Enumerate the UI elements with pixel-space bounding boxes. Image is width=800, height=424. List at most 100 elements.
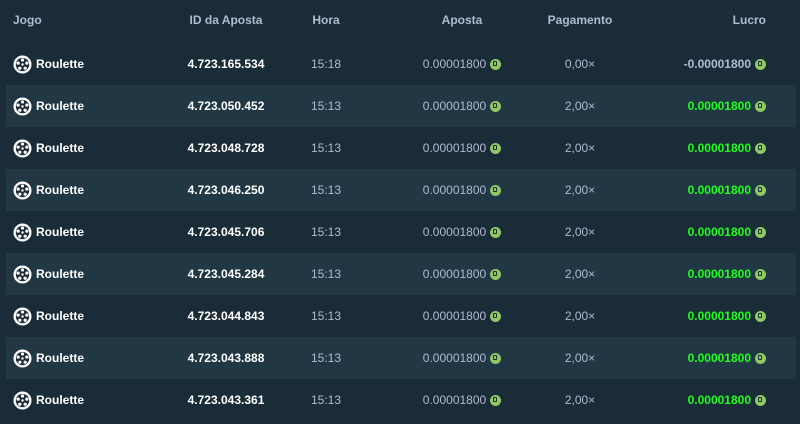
table-row[interactable]: Roulette 4.723.048.728 15:13 0.00001800 2,00… [6, 127, 796, 169]
coin-icon [755, 184, 766, 196]
game-cell[interactable]: Roulette [13, 295, 84, 337]
bet-amount: 0.00001800 [422, 57, 487, 71]
game-name[interactable]: Roulette [36, 183, 84, 197]
profit-cell: 0.00001800 [688, 85, 766, 127]
table-row[interactable]: Roulette 4.723.050.452 15:13 0.00001800 2,00… [6, 85, 796, 127]
bet-amount: 0.00001800 [422, 141, 487, 155]
bet-amount: 0.00001800 [422, 393, 487, 407]
bet-id[interactable]: 4.723.048.728 [154, 127, 298, 169]
game-cell[interactable]: Roulette [13, 127, 84, 169]
bet-id[interactable]: 4.723.046.250 [154, 169, 298, 211]
profit-amount: 0.00001800 [687, 225, 751, 239]
profit-amount: 0.00001800 [687, 183, 751, 197]
table-row[interactable]: Roulette 4.723.165.534 15:18 0.00001800 0,00… [6, 43, 796, 85]
coin-icon [755, 142, 766, 154]
game-cell[interactable]: Roulette [13, 253, 84, 295]
table-row[interactable]: Roulette 4.723.046.250 15:13 0.00001800 2,00… [6, 169, 796, 211]
bet-amount-cell: 0.00001800 [392, 43, 532, 85]
bet-amount-cell: 0.00001800 [392, 211, 532, 253]
game-cell[interactable]: Roulette [13, 337, 84, 379]
profit-amount: 0.00001800 [687, 309, 751, 323]
profit-cell: -0.00001800 [684, 43, 766, 85]
payout-multiplier: 2,00× [564, 225, 596, 239]
roulette-icon [13, 138, 32, 158]
table-row[interactable]: Roulette 4.723.044.843 15:13 0.00001800 2,00… [6, 295, 796, 337]
roulette-icon [13, 96, 32, 116]
coin-icon [490, 226, 502, 238]
bet-time: 15:13 [310, 267, 342, 281]
profit-cell: 0.00001800 [688, 127, 766, 169]
header-game: Jogo [13, 13, 42, 27]
game-name[interactable]: Roulette [36, 225, 84, 239]
roulette-icon [13, 264, 32, 284]
coin-icon [755, 352, 766, 364]
bet-id[interactable]: 4.723.044.843 [154, 295, 298, 337]
bet-amount-cell: 0.00001800 [392, 253, 532, 295]
table-row[interactable]: Roulette 4.723.045.706 15:13 0.00001800 2,00… [6, 211, 796, 253]
table-row[interactable]: Roulette 4.723.043.361 15:13 0.00001800 2,00… [6, 379, 796, 421]
profit-amount: 0.00001800 [687, 141, 751, 155]
coin-icon [755, 100, 766, 112]
bets-table: Jogo ID da Aposta Hora Aposta Pagamento … [0, 0, 800, 424]
game-name[interactable]: Roulette [36, 141, 84, 155]
game-cell[interactable]: Roulette [13, 211, 84, 253]
bet-time: 15:13 [310, 393, 342, 407]
bet-amount-cell: 0.00001800 [392, 169, 532, 211]
game-cell[interactable]: Roulette [13, 85, 84, 127]
game-name[interactable]: Roulette [36, 99, 84, 113]
header-bet: Aposta [441, 13, 483, 27]
roulette-icon [13, 54, 32, 74]
payout-multiplier: 2,00× [564, 309, 596, 323]
coin-icon [490, 394, 502, 406]
profit-amount: 0.00001800 [687, 393, 751, 407]
profit-amount: 0.00001800 [687, 99, 751, 113]
coin-icon [755, 310, 766, 322]
payout-multiplier: 2,00× [564, 351, 596, 365]
table-row[interactable]: Roulette 4.723.043.888 15:13 0.00001800 2,00… [6, 337, 796, 379]
coin-icon [755, 268, 766, 280]
bet-id[interactable]: 4.723.043.888 [154, 337, 298, 379]
profit-cell: 0.00001800 [688, 169, 766, 211]
bet-id[interactable]: 4.723.045.706 [154, 211, 298, 253]
bet-id[interactable]: 4.723.165.534 [154, 43, 298, 85]
bet-amount: 0.00001800 [422, 99, 487, 113]
payout-multiplier: 2,00× [564, 267, 596, 281]
bet-time: 15:13 [310, 309, 342, 323]
roulette-icon [13, 306, 32, 326]
bet-time: 15:13 [310, 141, 342, 155]
bet-amount: 0.00001800 [422, 267, 487, 281]
coin-icon [490, 268, 502, 280]
game-cell[interactable]: Roulette [13, 43, 84, 85]
roulette-icon [13, 390, 32, 410]
bet-time: 15:18 [310, 57, 342, 71]
coin-icon [490, 58, 502, 70]
game-name[interactable]: Roulette [36, 393, 84, 407]
game-cell[interactable]: Roulette [13, 379, 84, 421]
bet-time: 15:13 [310, 99, 342, 113]
game-name[interactable]: Roulette [36, 267, 84, 281]
table-row[interactable]: Roulette 4.723.045.284 15:13 0.00001800 2,00… [6, 253, 796, 295]
game-name[interactable]: Roulette [36, 351, 84, 365]
game-name[interactable]: Roulette [36, 309, 84, 323]
profit-amount: -0.00001800 [683, 57, 751, 71]
coin-icon [755, 58, 766, 70]
game-cell[interactable]: Roulette [13, 169, 84, 211]
profit-amount: 0.00001800 [687, 351, 751, 365]
payout-multiplier: 2,00× [564, 393, 596, 407]
game-name[interactable]: Roulette [36, 57, 84, 71]
header-time: Hora [312, 13, 340, 27]
header-payout: Pagamento [547, 13, 613, 27]
profit-cell: 0.00001800 [688, 211, 766, 253]
payout-multiplier: 2,00× [564, 141, 596, 155]
coin-icon [755, 226, 766, 238]
bet-amount: 0.00001800 [422, 225, 487, 239]
bet-id[interactable]: 4.723.043.361 [154, 379, 298, 421]
coin-icon [490, 100, 502, 112]
coin-icon [490, 142, 502, 154]
bet-id[interactable]: 4.723.045.284 [154, 253, 298, 295]
table-header: Jogo ID da Aposta Hora Aposta Pagamento … [6, 0, 796, 40]
bet-amount-cell: 0.00001800 [392, 85, 532, 127]
payout-multiplier: 0,00× [564, 57, 596, 71]
profit-cell: 0.00001800 [688, 253, 766, 295]
bet-id[interactable]: 4.723.050.452 [154, 85, 298, 127]
